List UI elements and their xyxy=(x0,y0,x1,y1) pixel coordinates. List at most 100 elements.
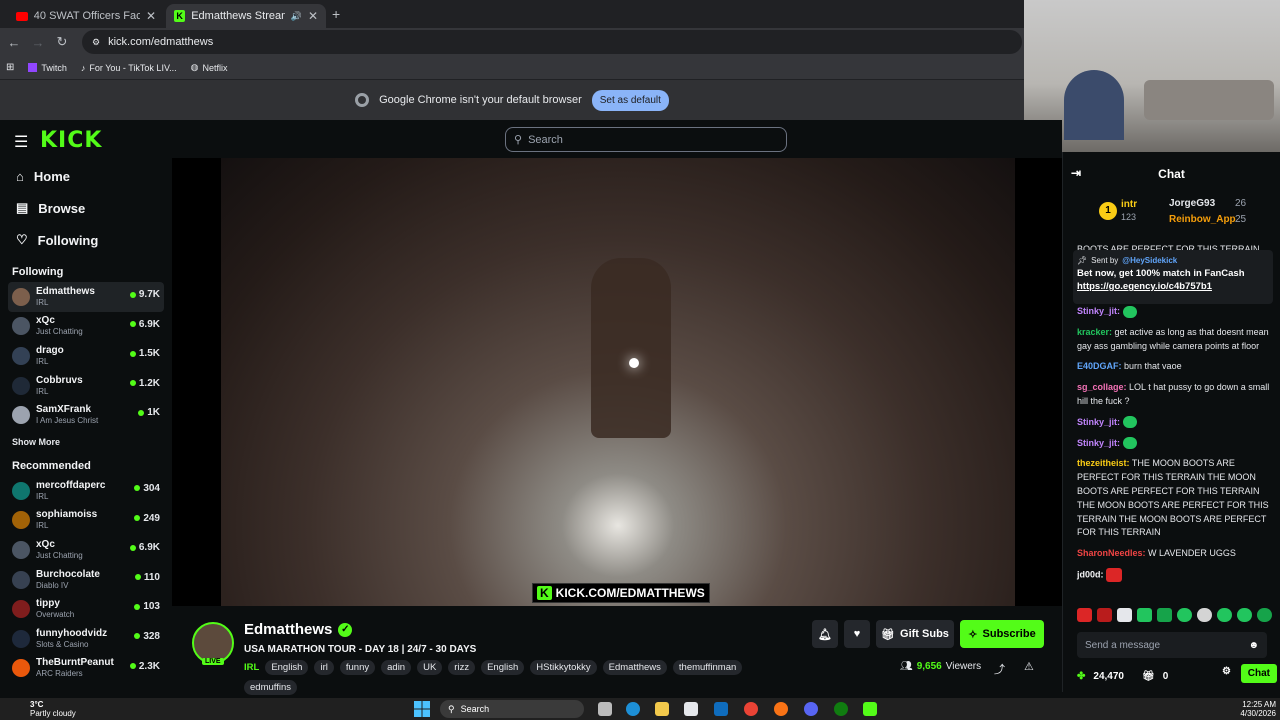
tag[interactable]: Edmatthews xyxy=(602,660,667,675)
recommended-channel[interactable]: sophiamoiss IRL 249 xyxy=(0,506,172,536)
chat-username[interactable]: SharonNeedles: xyxy=(1077,548,1146,558)
points-icon[interactable]: ✤ xyxy=(1077,671,1085,682)
tag[interactable]: adin xyxy=(381,660,412,675)
chat-message-input[interactable]: Send a message ☻ xyxy=(1077,632,1267,658)
notification-bell-button[interactable]: 🔔︎ xyxy=(812,620,838,648)
follow-button[interactable]: ♥ xyxy=(844,620,870,648)
tag[interactable]: English xyxy=(265,660,309,675)
streamer-name[interactable]: Edmatthews ✓ xyxy=(244,621,353,638)
emoji-icon[interactable]: ☻ xyxy=(1248,640,1259,651)
recommended-channel[interactable]: tippy Overwatch 103 xyxy=(0,594,172,624)
set-default-button[interactable]: Set as default xyxy=(591,89,669,111)
tag[interactable]: English xyxy=(481,660,525,675)
close-icon[interactable]: ✕ xyxy=(146,9,156,23)
emote-icon[interactable] xyxy=(1077,608,1092,622)
search-input[interactable]: ⚲ Search xyxy=(505,127,787,152)
nav-home[interactable]: ⌂ Home xyxy=(0,160,172,192)
url-field[interactable]: ⚙ kick.com/edmatthews xyxy=(82,30,1022,54)
kick-header: ☰ KICK ⚲ Search xyxy=(0,120,1062,158)
pinned-link[interactable]: https://go.egency.io/c4b757b1 xyxy=(1077,281,1269,292)
video-player[interactable]: K KICK.COM/EDMATTHEWS xyxy=(172,158,1062,606)
share-icon[interactable]: ⤴ xyxy=(994,661,1005,677)
store-icon[interactable] xyxy=(684,702,698,716)
task-view-icon[interactable] xyxy=(598,702,612,716)
windows-start-icon[interactable] xyxy=(414,701,430,717)
viewer-count: 6.9K xyxy=(129,542,160,553)
bookmark-twitch[interactable]: Twitch xyxy=(28,63,67,73)
following-channel-samxfrank[interactable]: SamXFrank I Am Jesus Christ 1K xyxy=(0,400,172,430)
recommended-channel[interactable]: TheBurntPeanut ARC Raiders 2.3K xyxy=(0,654,172,684)
system-clock[interactable]: 12:25 AM 4/30/2026 xyxy=(1240,700,1276,718)
send-chat-button[interactable]: Chat xyxy=(1240,664,1277,683)
emote-icon[interactable] xyxy=(1217,608,1232,622)
close-icon[interactable]: ✕ xyxy=(308,9,318,23)
app-icon[interactable] xyxy=(863,702,877,716)
following-channel-edmatthews[interactable]: Edmatthews IRL 9.7K xyxy=(8,282,164,312)
xbox-icon[interactable] xyxy=(834,702,848,716)
kick-logo[interactable]: KICK xyxy=(40,128,102,153)
chat-username[interactable]: sg_collage: xyxy=(1077,382,1127,392)
app-icon[interactable] xyxy=(774,702,788,716)
emote-icon[interactable] xyxy=(1177,608,1192,622)
nav-browse[interactable]: ▤ Browse xyxy=(0,192,172,224)
emote-icon[interactable] xyxy=(1117,608,1132,622)
chat-username[interactable]: E40DGAF: xyxy=(1077,361,1122,371)
emote-icon[interactable] xyxy=(1137,608,1152,622)
nav-following[interactable]: ♡ Following xyxy=(0,224,172,256)
gift-leaderboard[interactable]: 1 intr 123 JorgeG93 26 Reinbow_App 25 xyxy=(1063,196,1280,240)
gift-icon[interactable]: 🎁︎ xyxy=(1142,671,1155,682)
following-channel-drago[interactable]: drago IRL 1.5K xyxy=(0,341,172,371)
tag[interactable]: themuffinman xyxy=(672,660,743,675)
emote-icon[interactable] xyxy=(1257,608,1272,622)
back-icon[interactable]: ← xyxy=(2,35,26,50)
following-channel-xqc[interactable]: xQc Just Chatting 6.9K xyxy=(0,312,172,342)
browser-tab-active[interactable]: K Edmatthews Stream - Watc 🔊 ✕ xyxy=(166,4,326,28)
recommended-channel[interactable]: xQc Just Chatting 6.9K xyxy=(0,535,172,565)
taskbar-search[interactable]: ⚲ Search xyxy=(440,700,584,718)
settings-gear-icon[interactable]: ⚙ xyxy=(1222,666,1231,677)
show-more-button[interactable]: Show More xyxy=(0,430,172,454)
forward-icon[interactable]: → xyxy=(26,35,50,50)
chat-username[interactable]: Stinky_jit: xyxy=(1077,417,1120,427)
discord-icon[interactable] xyxy=(804,702,818,716)
menu-icon[interactable]: ☰ xyxy=(14,132,28,152)
new-tab-icon[interactable]: + xyxy=(332,6,340,22)
reload-icon[interactable]: ↻ xyxy=(50,34,74,50)
recommended-channel[interactable]: funnyhoodvidz Slots & Casino 328 xyxy=(0,624,172,654)
mail-icon[interactable] xyxy=(714,702,728,716)
tag[interactable]: rizz xyxy=(448,660,476,675)
tag[interactable]: funny xyxy=(339,660,376,675)
subscribe-button[interactable]: ✧ Subscribe xyxy=(960,620,1044,648)
weather-widget[interactable]: 3°C Partly cloudy xyxy=(10,700,76,718)
chat-username[interactable]: jd00d: xyxy=(1077,569,1104,579)
emote-icon[interactable] xyxy=(1197,608,1212,622)
following-channel-cobbruvs[interactable]: Cobbruvs IRL 1.2K xyxy=(0,371,172,401)
tag[interactable]: irl xyxy=(314,660,334,675)
file-explorer-icon[interactable] xyxy=(655,702,669,716)
recommended-channel[interactable]: mercoffdaperc IRL 304 xyxy=(0,476,172,506)
chrome-icon[interactable] xyxy=(744,702,758,716)
tag[interactable]: edmuffins xyxy=(244,680,298,695)
emote-icon[interactable] xyxy=(1237,608,1252,622)
category-link[interactable]: IRL xyxy=(244,662,259,673)
emote-icon[interactable] xyxy=(1097,608,1112,622)
apps-icon[interactable]: ⊞ xyxy=(6,62,14,73)
bookmark-tiktok[interactable]: ♪ For You - TikTok LIV... xyxy=(81,63,177,73)
report-icon[interactable]: ⚠ xyxy=(1024,660,1034,673)
collapse-chat-icon[interactable]: ⇥ xyxy=(1071,166,1081,180)
tag[interactable]: UK xyxy=(417,660,443,675)
tag[interactable]: HStikkytokky xyxy=(530,660,597,675)
site-info-icon[interactable]: ⚙ xyxy=(92,37,100,48)
gift-subs-button[interactable]: 🎁︎ Gift Subs xyxy=(876,620,954,648)
speaker-icon[interactable]: 🔊 xyxy=(291,11,302,22)
edge-icon[interactable] xyxy=(626,702,640,716)
chat-username[interactable]: kracker: xyxy=(1077,327,1112,337)
chat-username[interactable]: Stinky_jit: xyxy=(1077,438,1120,448)
chat-username[interactable]: Stinky_jit: xyxy=(1077,306,1120,316)
bookmark-netflix[interactable]: ◍ Netflix xyxy=(191,62,228,73)
pinned-message[interactable]: 📌︎ Sent by @HeySidekick Bet now, get 100… xyxy=(1073,250,1273,304)
browser-tab[interactable]: 40 SWAT Officers Face Utah's D ✕ xyxy=(8,4,164,28)
recommended-channel[interactable]: Burchocolate Diablo IV 110 xyxy=(0,565,172,595)
emote-icon[interactable] xyxy=(1157,608,1172,622)
chat-username[interactable]: thezeitheist: xyxy=(1077,458,1130,468)
